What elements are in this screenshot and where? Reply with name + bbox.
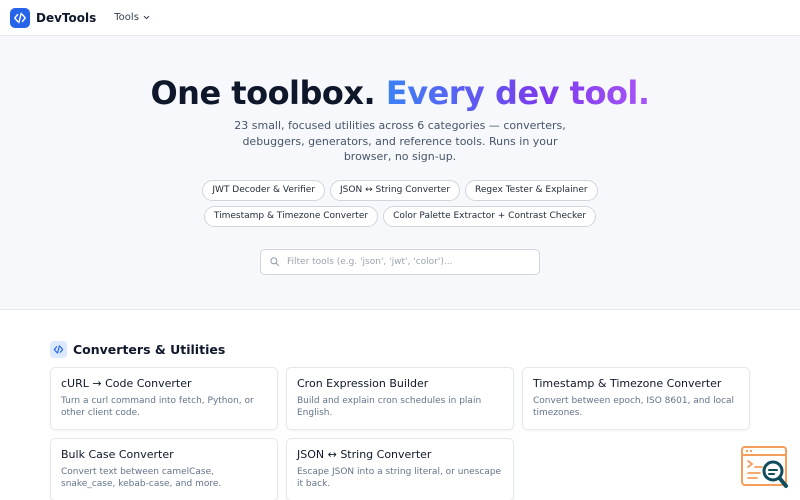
hero-subtitle: 23 small, focused utilities across 6 cat… bbox=[234, 119, 566, 163]
search-icon bbox=[270, 257, 280, 267]
chip-regex-tester[interactable]: Regex Tester & Explainer bbox=[465, 179, 598, 201]
top-navigation-bar: DevTools Tools bbox=[0, 0, 800, 36]
chip-jwt-decoder[interactable]: JWT Decoder & Verifier bbox=[202, 179, 326, 201]
tool-card-cron-builder[interactable]: Cron Expression Builder Build and explai… bbox=[286, 367, 514, 430]
search-box[interactable] bbox=[260, 248, 540, 275]
code-search-icon bbox=[741, 446, 788, 488]
card-title: Bulk Case Converter bbox=[61, 448, 174, 461]
chip-json-string-converter[interactable]: JSON ↔ String Converter bbox=[330, 179, 461, 201]
chip-color-palette-extractor[interactable]: Color Palette Extractor + Contrast Check… bbox=[383, 205, 597, 227]
title-gradient: Every dev tool. bbox=[385, 74, 650, 112]
card-title: cURL → Code Converter bbox=[61, 377, 192, 390]
featured-tool-chips: JWT Decoder & Verifier JSON ↔ String Con… bbox=[120, 179, 680, 227]
card-description: Turn a curl command into fetch, Python, … bbox=[61, 396, 254, 418]
tools-menu-button[interactable]: Tools bbox=[114, 12, 151, 23]
card-description: Convert text between camelCase, snake_ca… bbox=[61, 467, 222, 489]
search-input[interactable] bbox=[287, 256, 531, 267]
code-brackets-icon[interactable] bbox=[10, 7, 30, 28]
code-search-widget-button[interactable] bbox=[740, 444, 792, 492]
code-brackets-icon bbox=[50, 340, 67, 358]
tools-menu-label: Tools bbox=[114, 12, 139, 23]
chip-timestamp-converter[interactable]: Timestamp & Timezone Converter bbox=[203, 205, 379, 227]
tool-card-json-string-converter[interactable]: JSON ↔ String Converter Escape JSON into… bbox=[286, 438, 514, 500]
section-header: Converters & Utilities bbox=[50, 340, 750, 358]
card-description: Escape JSON into a string literal, or un… bbox=[297, 467, 502, 489]
card-description: Build and explain cron schedules in plai… bbox=[297, 396, 482, 418]
tool-card-timestamp-converter[interactable]: Timestamp & Timezone Converter Convert b… bbox=[522, 367, 750, 430]
card-title: JSON ↔ String Converter bbox=[297, 448, 432, 461]
section-title: Converters & Utilities bbox=[73, 341, 226, 357]
card-title: Cron Expression Builder bbox=[297, 377, 429, 390]
card-description: Convert between epoch, ISO 8601, and loc… bbox=[533, 396, 735, 418]
card-title: Timestamp & Timezone Converter bbox=[533, 377, 722, 390]
tool-card-curl-converter[interactable]: cURL → Code Converter Turn a curl comman… bbox=[50, 367, 278, 430]
title-plain: One toolbox. bbox=[150, 74, 376, 112]
tool-card-bulk-case-converter[interactable]: Bulk Case Converter Convert text between… bbox=[50, 438, 278, 500]
converters-section: Converters & Utilities cURL → Code Conve… bbox=[0, 310, 800, 500]
hero-section: One toolbox. Every dev tool. 23 small, f… bbox=[0, 36, 800, 310]
brand-name[interactable]: DevTools bbox=[36, 11, 96, 25]
page-title: One toolbox. Every dev tool. bbox=[150, 74, 650, 112]
chevron-down-icon bbox=[143, 15, 150, 20]
tool-card-grid: cURL → Code Converter Turn a curl comman… bbox=[50, 367, 750, 500]
